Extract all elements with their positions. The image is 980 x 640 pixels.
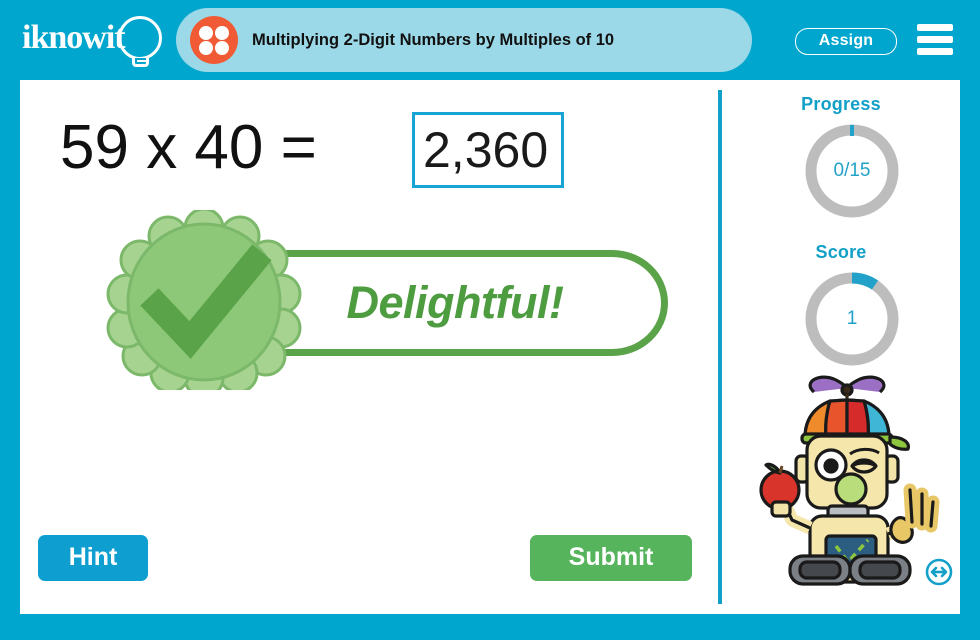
problem-expression: 59 x 40 = bbox=[60, 113, 317, 182]
assign-button[interactable]: Assign bbox=[795, 28, 897, 55]
hamburger-menu-icon[interactable] bbox=[917, 24, 953, 56]
four-dots-circle-icon bbox=[190, 16, 238, 64]
lightbulb-icon bbox=[118, 16, 162, 60]
score-label: Score bbox=[815, 242, 867, 262]
progress-value: 0/15 bbox=[833, 160, 871, 181]
brand-logo[interactable]: iknowit bbox=[22, 14, 172, 68]
hint-button[interactable]: Hint bbox=[38, 535, 148, 581]
app-window: iknowit Multiplying 2-Digit Numbers by M… bbox=[0, 0, 980, 640]
score-ring: 1 bbox=[801, 268, 903, 370]
status-sidebar: Progress 0/15 Score 1 bbox=[722, 80, 960, 614]
feedback-panel: Delightful! bbox=[98, 210, 678, 390]
brand-name: iknowit bbox=[22, 19, 126, 56]
score-meter: Score 1 bbox=[722, 242, 960, 382]
answer-value: 2,360 bbox=[423, 122, 549, 178]
horizontal-resize-arrows-icon[interactable] bbox=[925, 558, 953, 586]
lesson-card: 59 x 40 = 2,360 Delightful! Hint Submit … bbox=[20, 80, 960, 614]
lesson-title: Multiplying 2-Digit Numbers by Multiples… bbox=[252, 31, 615, 49]
lesson-title-pill: Multiplying 2-Digit Numbers by Multiples… bbox=[176, 8, 752, 72]
check-mark-rosette-icon bbox=[98, 210, 310, 390]
answer-input[interactable]: 2,360 bbox=[412, 112, 564, 188]
lightbulb-base-icon bbox=[132, 58, 149, 67]
submit-button[interactable]: Submit bbox=[530, 535, 692, 581]
progress-label: Progress bbox=[801, 94, 881, 114]
progress-meter: Progress 0/15 bbox=[722, 94, 960, 234]
app-header: iknowit Multiplying 2-Digit Numbers by M… bbox=[0, 0, 980, 80]
progress-ring: 0/15 bbox=[801, 120, 903, 222]
score-value: 1 bbox=[846, 308, 858, 329]
robot-mascot-with-apple-icon bbox=[752, 370, 942, 590]
